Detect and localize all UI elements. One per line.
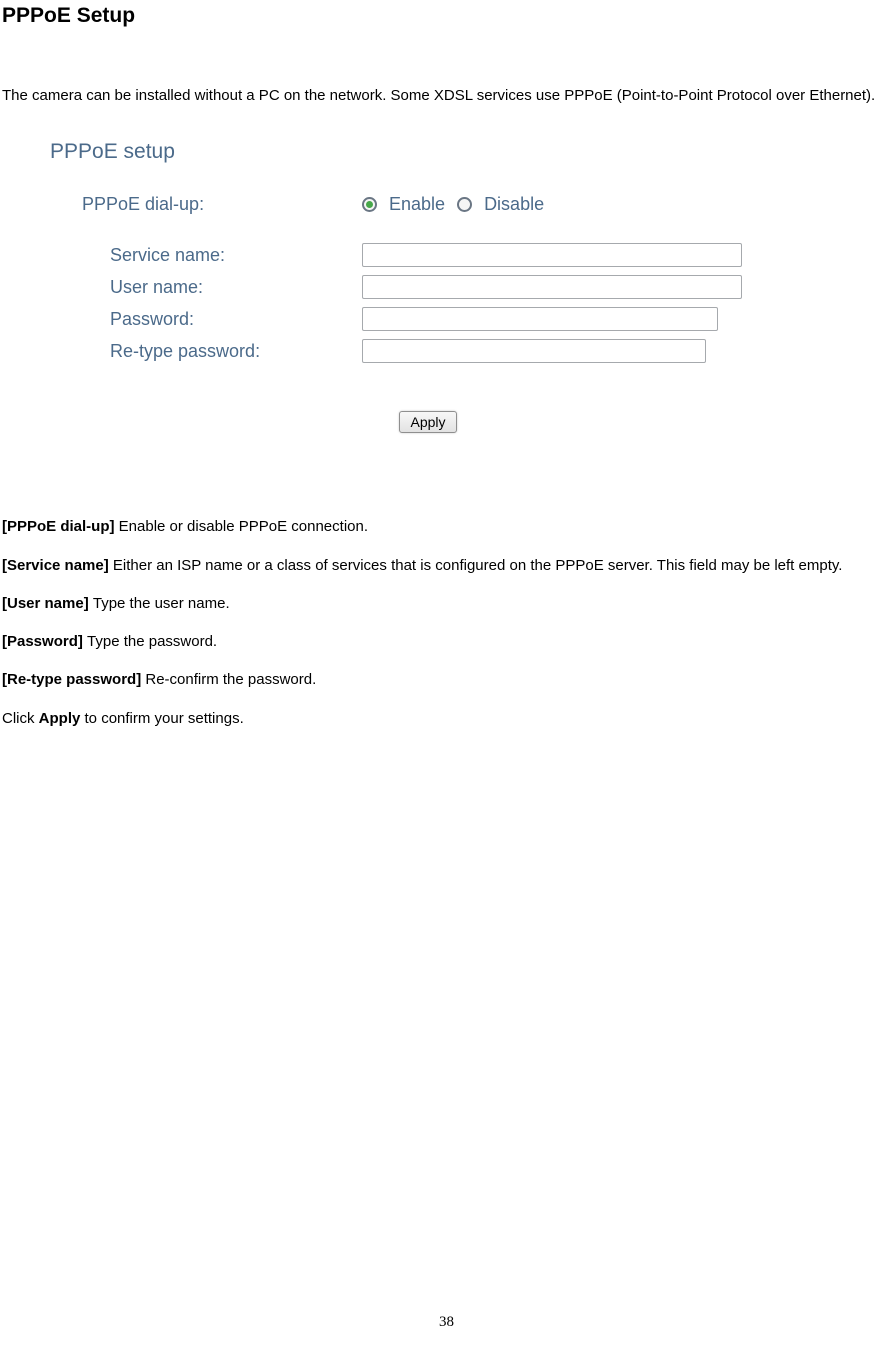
password-input[interactable]	[362, 307, 718, 331]
page-title: PPPoE Setup	[2, 4, 893, 28]
desc-apply: Click Apply to confirm your settings.	[2, 709, 893, 729]
descriptions: [PPPoE dial-up] Enable or disable PPPoE …	[2, 517, 893, 729]
radio-group-dialup: Enable Disable	[362, 194, 544, 215]
apply-area: Apply	[38, 411, 818, 433]
form-legend: PPPoE setup	[50, 140, 818, 164]
label-retype: Re-type password:	[110, 341, 362, 362]
label-password: Password:	[110, 309, 362, 330]
row-retype: Re-type password:	[82, 339, 818, 363]
retype-input[interactable]	[362, 339, 706, 363]
radio-disable[interactable]	[457, 197, 472, 212]
desc-username: [User name] Type the user name.	[2, 594, 893, 614]
desc-dialup: [PPPoE dial-up] Enable or disable PPPoE …	[2, 517, 893, 537]
form-panel: PPPoE setup PPPoE dial-up: Enable Disabl…	[38, 140, 818, 463]
desc-service: [Service name] Either an ISP name or a c…	[2, 556, 893, 576]
intro-text: The camera can be installed without a PC…	[2, 86, 893, 106]
row-service: Service name:	[82, 243, 818, 267]
row-username: User name:	[82, 275, 818, 299]
row-dialup: PPPoE dial-up: Enable Disable	[82, 194, 818, 215]
desc-password: [Password] Type the password.	[2, 632, 893, 652]
page-number: 38	[0, 1314, 893, 1331]
apply-button[interactable]: Apply	[399, 411, 456, 433]
radio-enable[interactable]	[362, 197, 377, 212]
label-username: User name:	[110, 277, 362, 298]
radio-disable-label: Disable	[484, 194, 544, 215]
form-rows: PPPoE dial-up: Enable Disable Service na…	[82, 194, 818, 363]
desc-retype: [Re-type password] Re-confirm the passwo…	[2, 670, 893, 690]
username-input[interactable]	[362, 275, 742, 299]
row-password: Password:	[82, 307, 818, 331]
service-input[interactable]	[362, 243, 742, 267]
radio-enable-label: Enable	[389, 194, 445, 215]
label-service: Service name:	[110, 245, 362, 266]
label-dialup: PPPoE dial-up:	[82, 194, 362, 215]
